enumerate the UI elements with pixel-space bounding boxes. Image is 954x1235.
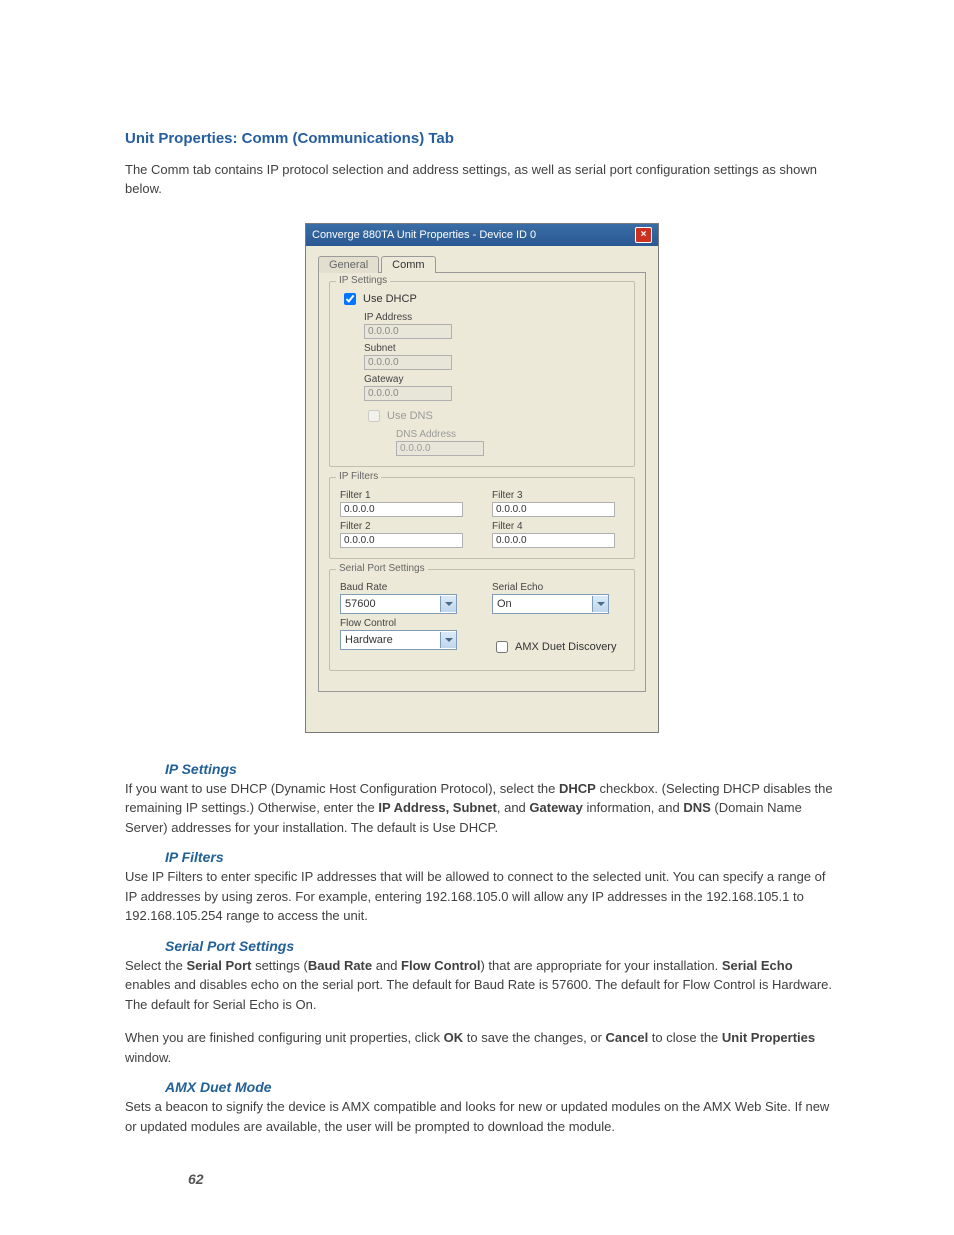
use-dhcp-checkbox[interactable]: Use DHCP: [340, 290, 624, 308]
dns-address-label: DNS Address: [396, 429, 624, 440]
dialog-title-text: Converge 880TA Unit Properties - Device …: [312, 229, 536, 241]
serial-echo-label: Serial Echo: [492, 582, 624, 593]
chevron-down-icon[interactable]: [440, 632, 456, 648]
tab-comm[interactable]: Comm: [381, 256, 435, 273]
group-title-serial: Serial Port Settings: [336, 563, 428, 574]
ip-settings-paragraph: If you want to use DHCP (Dynamic Host Co…: [125, 779, 839, 838]
ip-address-field[interactable]: 0.0.0.0: [364, 324, 452, 339]
chevron-down-icon[interactable]: [440, 596, 456, 612]
group-title-ip-settings: IP Settings: [336, 275, 390, 286]
ip-address-label: IP Address: [364, 312, 624, 323]
baud-rate-select[interactable]: 57600: [340, 594, 457, 614]
flow-control-label: Flow Control: [340, 618, 472, 629]
gateway-label: Gateway: [364, 374, 624, 385]
baud-rate-value: 57600: [341, 598, 440, 610]
amx-subheading: AMX Duet Mode: [165, 1079, 839, 1095]
intro-text: The Comm tab contains IP protocol select…: [125, 161, 839, 199]
dns-address-field[interactable]: 0.0.0.0: [396, 441, 484, 456]
filter1-label: Filter 1: [340, 490, 472, 501]
use-dns-checkbox[interactable]: Use DNS: [364, 407, 624, 425]
subnet-field[interactable]: 0.0.0.0: [364, 355, 452, 370]
use-dns-input[interactable]: [368, 410, 380, 422]
unit-properties-dialog: Converge 880TA Unit Properties - Device …: [305, 223, 659, 733]
ip-filters-group: IP Filters Filter 1 0.0.0.0 Filter 2 0.0…: [329, 477, 635, 559]
serial-echo-value: On: [493, 598, 592, 610]
use-dhcp-input[interactable]: [344, 293, 356, 305]
tab-general[interactable]: General: [318, 256, 379, 273]
ip-filters-subheading: IP Filters: [165, 849, 839, 865]
amx-duet-label: AMX Duet Discovery: [515, 641, 616, 653]
section-heading: Unit Properties: Comm (Communications) T…: [125, 130, 839, 147]
filter3-label: Filter 3: [492, 490, 624, 501]
ip-filters-paragraph: Use IP Filters to enter specific IP addr…: [125, 867, 839, 926]
use-dhcp-label: Use DHCP: [363, 293, 417, 305]
chevron-down-icon[interactable]: [592, 596, 608, 612]
amx-duet-checkbox[interactable]: AMX Duet Discovery: [492, 638, 624, 656]
use-dns-label: Use DNS: [387, 410, 433, 422]
amx-duet-input[interactable]: [496, 641, 508, 653]
group-title-ip-filters: IP Filters: [336, 471, 381, 482]
close-icon[interactable]: ×: [635, 227, 652, 243]
page-number: 62: [188, 1171, 204, 1187]
serial-echo-select[interactable]: On: [492, 594, 609, 614]
filter2-field[interactable]: 0.0.0.0: [340, 533, 463, 548]
gateway-field[interactable]: 0.0.0.0: [364, 386, 452, 401]
serial-port-paragraph-1: Select the Serial Port settings (Baud Ra…: [125, 956, 839, 1015]
amx-paragraph: Sets a beacon to signify the device is A…: [125, 1097, 839, 1136]
serial-port-paragraph-2: When you are finished configuring unit p…: [125, 1028, 839, 1067]
dialog-titlebar: Converge 880TA Unit Properties - Device …: [306, 224, 658, 246]
subnet-label: Subnet: [364, 343, 624, 354]
serial-port-subheading: Serial Port Settings: [165, 938, 839, 954]
filter2-label: Filter 2: [340, 521, 472, 532]
flow-control-select[interactable]: Hardware: [340, 630, 457, 650]
filter4-label: Filter 4: [492, 521, 624, 532]
ip-settings-subheading: IP Settings: [165, 761, 839, 777]
ip-settings-group: IP Settings Use DHCP IP Address 0.0.0.0 …: [329, 281, 635, 467]
serial-port-group: Serial Port Settings Baud Rate 57600 Flo…: [329, 569, 635, 671]
filter1-field[interactable]: 0.0.0.0: [340, 502, 463, 517]
filter3-field[interactable]: 0.0.0.0: [492, 502, 615, 517]
flow-control-value: Hardware: [341, 634, 440, 646]
baud-rate-label: Baud Rate: [340, 582, 472, 593]
filter4-field[interactable]: 0.0.0.0: [492, 533, 615, 548]
